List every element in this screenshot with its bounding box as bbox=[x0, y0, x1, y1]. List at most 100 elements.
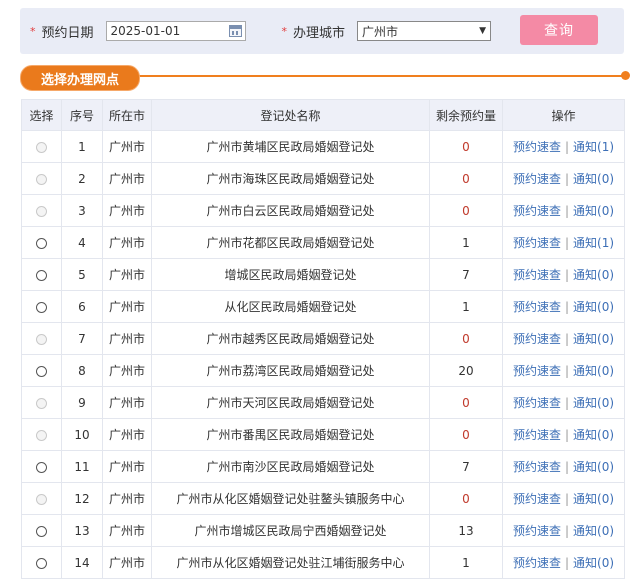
row-office-name: 广州市从化区婚姻登记处驻江埔街服务中心 bbox=[151, 546, 430, 579]
lookup-link[interactable]: 预约速查 bbox=[513, 556, 561, 570]
row-no: 10 bbox=[61, 418, 103, 451]
table-row: 3 广州市 广州市白云区民政局婚姻登记处 0 预约速查 | 通知(0) bbox=[21, 194, 625, 227]
select-radio bbox=[36, 205, 47, 217]
select-radio[interactable] bbox=[36, 461, 47, 473]
row-actions: 预约速查 | 通知(0) bbox=[502, 386, 625, 419]
notice-link[interactable]: 通知(0) bbox=[573, 428, 614, 442]
action-separator: | bbox=[564, 460, 570, 474]
table-row: 5 广州市 增城区民政局婚姻登记处 7 预约速查 | 通知(0) bbox=[21, 258, 625, 291]
table-row: 6 广州市 从化区民政局婚姻登记处 1 预约速查 | 通知(0) bbox=[21, 290, 625, 323]
notice-link[interactable]: 通知(0) bbox=[573, 332, 614, 346]
table-row: 12 广州市 广州市从化区婚姻登记处驻鳌头镇服务中心 0 预约速查 | 通知(0) bbox=[21, 482, 625, 515]
row-no: 4 bbox=[61, 226, 103, 259]
row-remain: 0 bbox=[429, 322, 503, 355]
section-title: 选择办理网点 bbox=[20, 65, 141, 91]
row-actions: 预约速查 | 通知(0) bbox=[502, 322, 625, 355]
notice-link[interactable]: 通知(0) bbox=[573, 204, 614, 218]
notice-link[interactable]: 通知(0) bbox=[573, 524, 614, 538]
row-city: 广州市 bbox=[102, 482, 152, 515]
row-remain: 0 bbox=[429, 194, 503, 227]
city-field-group: * 办理城市 广州市 ▼ bbox=[282, 21, 492, 41]
action-separator: | bbox=[564, 556, 570, 570]
notice-link[interactable]: 通知(0) bbox=[573, 364, 614, 378]
row-city: 广州市 bbox=[102, 546, 152, 579]
select-cell bbox=[21, 450, 62, 483]
row-office-name: 广州市增城区民政局宁西婚姻登记处 bbox=[151, 514, 430, 547]
calendar-icon[interactable] bbox=[228, 25, 242, 37]
row-no: 1 bbox=[61, 130, 103, 163]
notice-link[interactable]: 通知(1) bbox=[573, 236, 614, 250]
row-city: 广州市 bbox=[102, 514, 152, 547]
select-radio[interactable] bbox=[36, 269, 47, 281]
select-cell bbox=[21, 482, 62, 515]
lookup-link[interactable]: 预约速查 bbox=[513, 268, 561, 282]
lookup-link[interactable]: 预约速查 bbox=[513, 204, 561, 218]
row-city: 广州市 bbox=[102, 290, 152, 323]
action-separator: | bbox=[564, 268, 570, 282]
section-divider-dot bbox=[621, 71, 630, 80]
select-cell bbox=[21, 290, 62, 323]
row-no: 14 bbox=[61, 546, 103, 579]
row-remain: 7 bbox=[429, 258, 503, 291]
lookup-link[interactable]: 预约速查 bbox=[513, 364, 561, 378]
query-button[interactable]: 查询 bbox=[520, 15, 598, 45]
lookup-link[interactable]: 预约速查 bbox=[513, 236, 561, 250]
lookup-link[interactable]: 预约速查 bbox=[513, 524, 561, 538]
row-no: 2 bbox=[61, 162, 103, 195]
select-radio[interactable] bbox=[36, 237, 47, 249]
city-value: 广州市 bbox=[362, 24, 399, 39]
action-separator: | bbox=[564, 364, 570, 378]
required-mark: * bbox=[281, 24, 288, 38]
select-cell bbox=[21, 514, 62, 547]
row-actions: 预约速查 | 通知(0) bbox=[502, 194, 625, 227]
row-city: 广州市 bbox=[102, 194, 152, 227]
select-radio[interactable] bbox=[36, 365, 47, 377]
lookup-link[interactable]: 预约速查 bbox=[513, 492, 561, 506]
notice-link[interactable]: 通知(0) bbox=[573, 172, 614, 186]
row-office-name: 广州市黄埔区民政局婚姻登记处 bbox=[151, 130, 430, 163]
row-remain: 0 bbox=[429, 418, 503, 451]
select-radio[interactable] bbox=[36, 525, 47, 537]
notice-link[interactable]: 通知(0) bbox=[573, 268, 614, 282]
lookup-link[interactable]: 预约速查 bbox=[513, 460, 561, 474]
notice-link[interactable]: 通知(0) bbox=[573, 396, 614, 410]
select-cell bbox=[21, 130, 62, 163]
date-input[interactable]: 2025-01-01 bbox=[105, 21, 246, 41]
row-remain: 13 bbox=[429, 514, 503, 547]
lookup-link[interactable]: 预约速查 bbox=[513, 140, 561, 154]
row-office-name: 广州市白云区民政局婚姻登记处 bbox=[151, 194, 430, 227]
lookup-link[interactable]: 预约速查 bbox=[513, 332, 561, 346]
row-actions: 预约速查 | 通知(0) bbox=[502, 450, 625, 483]
lookup-link[interactable]: 预约速查 bbox=[513, 396, 561, 410]
city-select[interactable]: 广州市 ▼ bbox=[357, 21, 492, 41]
row-no: 12 bbox=[61, 482, 103, 515]
row-office-name: 广州市番禺区民政局婚姻登记处 bbox=[151, 418, 430, 451]
select-radio[interactable] bbox=[36, 557, 47, 569]
action-separator: | bbox=[564, 204, 570, 218]
notice-link[interactable]: 通知(0) bbox=[573, 460, 614, 474]
row-office-name: 广州市花都区民政局婚姻登记处 bbox=[151, 226, 430, 259]
row-actions: 预约速查 | 通知(0) bbox=[502, 514, 625, 547]
search-bar: * 预约日期 2025-01-01 * 办理城市 广州市 ▼ 查询 bbox=[20, 8, 624, 54]
row-no: 6 bbox=[61, 290, 103, 323]
select-radio[interactable] bbox=[36, 301, 47, 313]
row-remain: 1 bbox=[429, 290, 503, 323]
notice-link[interactable]: 通知(1) bbox=[573, 140, 614, 154]
lookup-link[interactable]: 预约速查 bbox=[513, 300, 561, 314]
row-city: 广州市 bbox=[102, 450, 152, 483]
action-separator: | bbox=[564, 492, 570, 506]
table-row: 14 广州市 广州市从化区婚姻登记处驻江埔街服务中心 1 预约速查 | 通知(0) bbox=[21, 546, 625, 579]
row-office-name: 广州市从化区婚姻登记处驻鳌头镇服务中心 bbox=[151, 482, 430, 515]
notice-link[interactable]: 通知(0) bbox=[573, 492, 614, 506]
action-separator: | bbox=[564, 300, 570, 314]
select-radio bbox=[36, 333, 47, 345]
table-row: 1 广州市 广州市黄埔区民政局婚姻登记处 0 预约速查 | 通知(1) bbox=[21, 130, 625, 163]
notice-link[interactable]: 通知(0) bbox=[573, 300, 614, 314]
lookup-link[interactable]: 预约速查 bbox=[513, 172, 561, 186]
notice-link[interactable]: 通知(0) bbox=[573, 556, 614, 570]
row-remain: 1 bbox=[429, 546, 503, 579]
row-no: 7 bbox=[61, 322, 103, 355]
row-city: 广州市 bbox=[102, 322, 152, 355]
lookup-link[interactable]: 预约速查 bbox=[513, 428, 561, 442]
select-radio bbox=[36, 397, 47, 409]
